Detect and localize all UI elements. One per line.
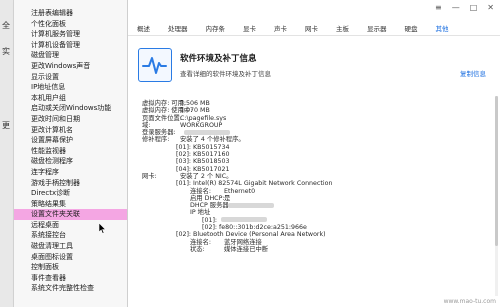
tab-overview[interactable]: 概述: [128, 22, 159, 35]
nic-name: [02]: Bluetooth Device (Personal Area Ne…: [176, 231, 326, 239]
menu-item-highlighted[interactable]: 设置文件夹关联: [14, 209, 127, 220]
detail-value: 媒体连接已中断: [224, 245, 269, 253]
detail-row: 虚拟内存: 可用:3,506 MB: [142, 100, 492, 107]
tab-disk[interactable]: 硬盘: [396, 22, 427, 35]
menu-icon[interactable]: ≡: [435, 3, 442, 12]
menu-item[interactable]: 更改Windows声音: [14, 61, 127, 72]
detail-key: 网卡:: [142, 172, 157, 180]
menu-item[interactable]: 计算机服务管理: [14, 29, 127, 40]
tab-cpu[interactable]: 处理器: [159, 22, 197, 35]
menu-item[interactable]: 远程桌面: [14, 220, 127, 231]
left-strip-mark: 全: [2, 21, 10, 30]
category-tabs: 概述 处理器 内存条 显卡 声卡 网卡 主板 显示器 硬盘 其他: [128, 22, 500, 36]
nic-detail-row: 状态: 媒体连接已中断: [142, 246, 492, 253]
detail-value: 安装了 4 个修补程序。: [180, 136, 245, 144]
detail-value: WORKGROUP: [180, 121, 223, 129]
watermark: www.mao-tu.com: [443, 298, 496, 305]
menu-top-padding: [14, 0, 127, 8]
menu-item[interactable]: 事件查看器: [14, 273, 127, 284]
section-title: 软件环境及补丁信息: [180, 54, 257, 64]
menu-item[interactable]: 注册表编辑器: [14, 8, 127, 19]
tab-memory[interactable]: 内存条: [197, 22, 235, 35]
nic-name: [01]: Intel(R) 82574L Gigabit Network Co…: [176, 180, 333, 188]
tools-context-menu: 注册表编辑器 个性化面板 计算机服务管理 计算机设备管理 磁盘管理 更改Wind…: [14, 0, 128, 307]
redacted-value: [184, 129, 230, 135]
section-header: 软件环境及补丁信息 查看详细的软件环境及补丁信息 复制信息: [138, 48, 490, 88]
detail-value: 蓝牙网络连接: [224, 238, 262, 246]
detail-key: 状态:: [190, 245, 205, 253]
detail-row: 域: WORKGROUP: [142, 122, 492, 129]
menu-item[interactable]: Directx诊断: [14, 188, 127, 199]
tab-other[interactable]: 其他: [427, 22, 458, 35]
tab-motherboard[interactable]: 主板: [327, 22, 358, 35]
detail-value: Ethernet0: [224, 187, 256, 195]
menu-item[interactable]: 游戏手柄控制器: [14, 178, 127, 189]
patch-row: [03]: KB5018503: [176, 158, 230, 166]
window-controls: ≡ — □ ✕: [435, 3, 494, 12]
scrollbar-thumb[interactable]: [495, 96, 498, 246]
detail-value: C:\pagefile.sys: [180, 114, 227, 122]
system-info-details: 虚拟内存: 可用:3,506 MB 虚拟内存: 使用中:1,070 MB 页面文…: [142, 100, 492, 253]
menu-item[interactable]: 磁盘检测程序: [14, 156, 127, 167]
tab-monitor[interactable]: 显示器: [358, 22, 396, 35]
tab-gpu[interactable]: 显卡: [234, 22, 265, 35]
minimize-icon[interactable]: —: [452, 3, 460, 12]
menu-item[interactable]: 系统接控台: [14, 230, 127, 241]
mouse-pointer-icon: [99, 223, 107, 234]
left-strip-mark: 更: [2, 121, 10, 130]
detail-row: 虚拟内存: 使用中:1,070 MB: [142, 107, 492, 114]
detail-key: 虚拟内存: 使用中:: [142, 107, 193, 115]
left-app-strip: 全 实 更: [0, 0, 14, 307]
main-window: ≡ — □ ✕ 概述 处理器 内存条 显卡 声卡 网卡 主板 显示器 硬盘 其他…: [128, 0, 500, 307]
ip-row: [02]: fe80::301b:d2ce:a251:966e: [202, 224, 307, 232]
detail-row: 修补程序: 安装了 4 个修补程序。: [142, 136, 492, 143]
pulse-chart-icon: [138, 48, 172, 82]
menu-item[interactable]: 磁盘清理工具: [14, 241, 127, 252]
nic-summary-row: 网卡: 安装了 2 个 NIC。: [142, 173, 492, 180]
section-subtitle: 查看详细的软件环境及补丁信息: [180, 70, 271, 78]
menu-item[interactable]: IP地址信息: [14, 82, 127, 93]
menu-item[interactable]: 桌面图标设置: [14, 252, 127, 263]
copy-info-link[interactable]: 复制信息: [460, 68, 486, 78]
left-strip-mark: 实: [2, 47, 10, 56]
ip-row: [01]:: [142, 217, 492, 224]
menu-item[interactable]: 显示设置: [14, 72, 127, 83]
menu-item[interactable]: 控制面板: [14, 262, 127, 273]
patch-row: [01]: KB5015734: [176, 143, 230, 151]
redacted-value: [221, 217, 268, 223]
tab-network[interactable]: 网卡: [296, 22, 327, 35]
menu-item[interactable]: 个性化面板: [14, 19, 127, 30]
menu-item[interactable]: 连字程序: [14, 167, 127, 178]
menu-item[interactable]: 磁盘管理: [14, 50, 127, 61]
menu-item[interactable]: 启动或关闭Windows功能: [14, 103, 127, 114]
menu-item[interactable]: 性能监视器: [14, 146, 127, 157]
detail-key: IP 地址: [190, 209, 211, 217]
ip-index: [01]:: [202, 216, 218, 224]
detail-key: 连接名:: [190, 238, 212, 246]
detail-key: 连接名:: [190, 187, 212, 195]
tab-sound[interactable]: 声卡: [265, 22, 296, 35]
menu-item[interactable]: 计算机设备管理: [14, 40, 127, 51]
redacted-value: [228, 202, 274, 208]
menu-item[interactable]: 更改时间和日期: [14, 114, 127, 125]
detail-row: 页面文件位置:C:\pagefile.sys: [142, 115, 492, 122]
close-icon[interactable]: ✕: [487, 3, 494, 12]
nic-detail-row: 连接名: Ethernet0: [142, 188, 492, 195]
patch-row: [02]: KB5017160: [176, 151, 230, 159]
content-scrollbar[interactable]: [495, 96, 498, 296]
menu-item[interactable]: 系统文件完整性检查: [14, 283, 127, 294]
menu-item[interactable]: 更改计算机名: [14, 125, 127, 136]
maximize-icon[interactable]: □: [470, 3, 478, 12]
detail-key: 页面文件位置:: [142, 114, 182, 122]
nic-detail-row: IP 地址: [142, 209, 492, 216]
menu-item[interactable]: 设置屏幕保护: [14, 135, 127, 146]
nic-detail-row: 连接名: 蓝牙网络连接: [142, 239, 492, 246]
detail-key: 修补程序:: [142, 136, 170, 144]
patch-row: [04]: KB5017021: [176, 165, 230, 173]
detail-value: 安装了 2 个 NIC。: [180, 172, 233, 180]
menu-item[interactable]: 策略结果集: [14, 199, 127, 210]
detail-value: 1,070 MB: [180, 107, 210, 115]
menu-item[interactable]: 本机用户组: [14, 93, 127, 104]
